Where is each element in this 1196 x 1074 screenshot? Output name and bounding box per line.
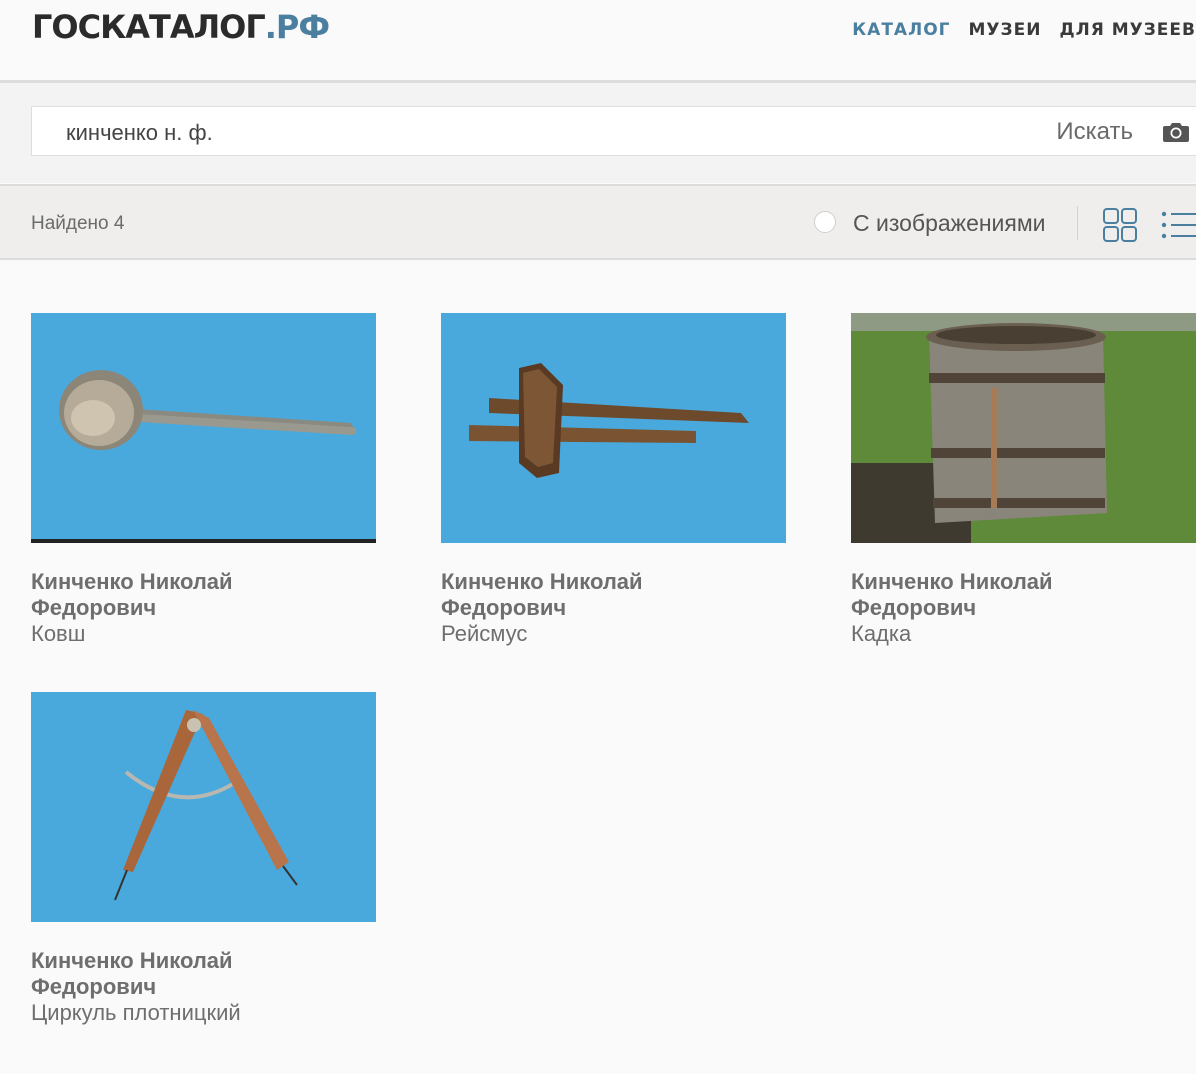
results-count: Найдено 4 xyxy=(31,213,125,234)
search-box: Искать xyxy=(31,106,1196,156)
results-toolbar: Найдено 4 С изображениями xyxy=(0,184,1196,260)
author-line-2: Федорович xyxy=(851,595,977,620)
camera-icon[interactable] xyxy=(1162,120,1190,144)
result-author: Кинченко Николай Федорович xyxy=(31,569,376,621)
logo-tld: .РФ xyxy=(264,8,330,46)
result-card[interactable]: Кинченко Николай Федорович Кадка xyxy=(851,313,1196,647)
result-card[interactable]: Кинченко Николай Федорович Ковш xyxy=(31,313,376,647)
nav-catalog[interactable]: КАТАЛОГ xyxy=(852,20,950,40)
nav-for-museums[interactable]: ДЛЯ МУЗЕЕВ xyxy=(1059,20,1196,40)
ladle-photo[interactable] xyxy=(31,313,376,543)
logo-text: ГОСКАТАЛОГ xyxy=(32,8,266,46)
author-line-2: Федорович xyxy=(441,595,567,620)
author-line-1: Кинченко Николай xyxy=(31,569,233,594)
search-section: Искать xyxy=(0,83,1196,183)
search-button[interactable]: Искать xyxy=(1056,118,1133,146)
result-author: Кинченко Николай Федорович xyxy=(31,948,376,1000)
list-view-icon[interactable] xyxy=(1160,210,1196,240)
result-author: Кинченко Николай Федорович xyxy=(851,569,1196,621)
with-images-radio[interactable] xyxy=(814,211,836,233)
site-logo[interactable]: ГОСКАТАЛОГ.РФ xyxy=(32,8,330,46)
result-card[interactable]: Кинченко Николай Федорович Рейсмус xyxy=(441,313,786,647)
author-line-1: Кинченко Николай xyxy=(441,569,643,594)
nav-museums[interactable]: МУЗЕИ xyxy=(968,20,1041,40)
search-input[interactable] xyxy=(64,117,968,149)
main-nav: КАТАЛОГ МУЗЕИ ДЛЯ МУЗЕЕВ xyxy=(852,20,1196,40)
author-line-2: Федорович xyxy=(31,974,157,999)
result-author: Кинченко Николай Федорович xyxy=(441,569,786,621)
result-object-name: Кадка xyxy=(851,621,912,646)
site-header: ГОСКАТАЛОГ.РФ КАТАЛОГ МУЗЕИ ДЛЯ МУЗЕЕВ xyxy=(0,0,1196,83)
result-object-name: Ковш xyxy=(31,621,86,646)
author-line-1: Кинченко Николай xyxy=(851,569,1053,594)
result-card[interactable]: Кинченко Николай Федорович Циркуль плотни… xyxy=(31,692,376,1026)
result-object-name: Циркуль плотницкий xyxy=(31,1000,241,1025)
tub-photo[interactable] xyxy=(851,313,1196,543)
result-object-name: Рейсмус xyxy=(441,621,528,646)
compass-photo[interactable] xyxy=(31,692,376,922)
with-images-label[interactable]: С изображениями xyxy=(853,210,1046,237)
marking-gauge-photo[interactable] xyxy=(441,313,786,543)
author-line-2: Федорович xyxy=(31,595,157,620)
toolbar-divider xyxy=(1077,206,1078,240)
author-line-1: Кинченко Николай xyxy=(31,948,233,973)
grid-view-icon[interactable] xyxy=(1103,208,1137,242)
